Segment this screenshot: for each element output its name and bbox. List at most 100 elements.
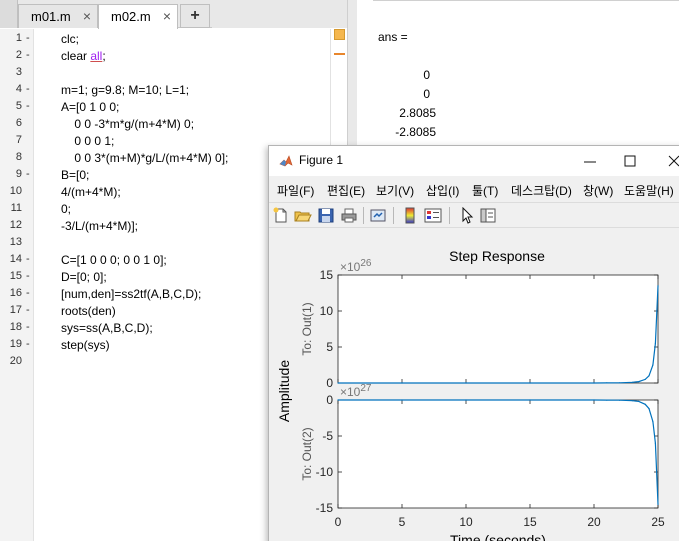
- code-line[interactable]: clear all;: [61, 49, 106, 63]
- data-point: [631, 381, 633, 383]
- code-line[interactable]: roots(den): [61, 304, 116, 318]
- breakpoint-marker[interactable]: -: [26, 100, 30, 112]
- code-line[interactable]: 0 0 0 1;: [61, 134, 114, 148]
- code-line[interactable]: B=[0;: [61, 168, 89, 182]
- data-point: [401, 399, 403, 401]
- menu-edit[interactable]: 편집(E): [327, 182, 365, 199]
- ans-value: 2.8085: [399, 106, 436, 120]
- breakpoint-marker[interactable]: -: [26, 270, 30, 282]
- tab-label: m02.m: [111, 9, 151, 24]
- link-icon[interactable]: [369, 207, 387, 224]
- breakpoint-marker[interactable]: -: [26, 287, 30, 299]
- code-line[interactable]: sys=ss(A,B,C,D);: [61, 321, 153, 335]
- exponent-label: ×1026: [340, 258, 372, 274]
- data-point: [638, 400, 640, 402]
- close-icon[interactable]: [665, 152, 679, 170]
- save-icon[interactable]: [317, 207, 335, 224]
- tab-m01[interactable]: m01.m ×: [18, 4, 98, 28]
- close-icon[interactable]: ×: [163, 8, 171, 24]
- warning-marker[interactable]: [334, 53, 345, 55]
- menu-view[interactable]: 보기(V): [376, 182, 414, 199]
- minimize-icon[interactable]: [581, 152, 599, 170]
- menu-file[interactable]: 파일(F): [277, 182, 314, 199]
- ans-value: -2.8085: [395, 125, 436, 139]
- code-line[interactable]: C=[1 0 0 0; 0 0 1 0];: [61, 253, 167, 267]
- matlab-logo-icon: [279, 155, 293, 167]
- code-text: roots(den): [61, 304, 116, 318]
- property-inspector-icon[interactable]: [479, 207, 497, 224]
- x-tick-label: 5: [399, 515, 406, 529]
- colorbar-icon[interactable]: [401, 207, 419, 224]
- code-line[interactable]: clc;: [61, 32, 79, 46]
- ans-value: 0: [423, 68, 430, 82]
- line-number: 8: [15, 151, 22, 163]
- line-number: 2: [15, 49, 22, 61]
- code-line[interactable]: m=1; g=9.8; M=10; L=1;: [61, 83, 189, 97]
- figure-canvas[interactable]: Step Response 15 10 5 0 ×1026 To: Out(1) 0 -5 -10…: [269, 229, 679, 541]
- open-file-icon[interactable]: [294, 207, 312, 224]
- warning-indicator-icon[interactable]: [334, 29, 345, 40]
- breakpoint-marker[interactable]: -: [26, 304, 30, 316]
- x-tick-label: 25: [651, 515, 665, 529]
- x-tick-label: 0: [335, 515, 342, 529]
- exponent-power: 26: [360, 258, 372, 269]
- line-number: 20: [9, 355, 22, 367]
- y-tick-label: 0: [326, 393, 333, 407]
- line-number: 15: [9, 270, 22, 282]
- code-text: 0 0 3*(m+M)*g/L/(m+4*M) 0];: [61, 151, 229, 165]
- menu-help[interactable]: 도움말(H): [624, 182, 674, 199]
- code-line[interactable]: 4/(m+4*M);: [61, 185, 121, 199]
- code-line[interactable]: 0;: [61, 202, 71, 216]
- breakpoint-marker[interactable]: -: [26, 168, 30, 180]
- line-number: 12: [9, 219, 22, 231]
- code-line[interactable]: [num,den]=ss2tf(A,B,C,D);: [61, 287, 201, 301]
- legend-icon[interactable]: [424, 207, 442, 224]
- code-line[interactable]: D=[0; 0];: [61, 270, 107, 284]
- code-line[interactable]: A=[0 1 0 0;: [61, 100, 119, 114]
- breakpoint-marker[interactable]: -: [26, 253, 30, 265]
- step-response-plot[interactable]: Step Response151050×1026To: Out(1)0-5-10…: [269, 229, 679, 541]
- code-text: B=[0;: [61, 168, 90, 182]
- code-line[interactable]: -3/L/(m+4*M)];: [61, 219, 138, 233]
- menu-tools[interactable]: 툴(T): [472, 182, 498, 199]
- breakpoint-marker[interactable]: -: [26, 32, 30, 44]
- data-point: [654, 442, 656, 444]
- pointer-icon[interactable]: [458, 207, 476, 224]
- code-text: C=[1 0 0 0; 0 0 1 0];: [61, 253, 167, 267]
- y-tick-label: -10: [316, 465, 334, 479]
- y-tick-label: -5: [322, 429, 333, 443]
- breakpoint-marker[interactable]: -: [26, 83, 30, 95]
- data-point: [652, 421, 654, 423]
- menu-insert[interactable]: 삽입(I): [426, 182, 459, 199]
- axes-box-2: [337, 399, 659, 509]
- menu-desktop[interactable]: 데스크탑(D): [511, 182, 572, 199]
- add-tab-button[interactable]: +: [180, 4, 210, 28]
- code-line[interactable]: 0 0 -3*m*g/(m+4*M) 0;: [61, 117, 194, 131]
- close-icon[interactable]: ×: [83, 8, 91, 24]
- code-text: 4/(m+4*M);: [61, 185, 121, 199]
- exponent-base: ×10: [340, 385, 361, 399]
- breakpoint-marker[interactable]: -: [26, 49, 30, 61]
- new-figure-icon[interactable]: [272, 207, 290, 224]
- tab-bar-lead: [0, 0, 18, 28]
- print-icon[interactable]: [340, 207, 358, 224]
- code-text: 0 0 0 1;: [61, 134, 115, 148]
- code-keyword: all: [90, 49, 103, 63]
- line-number: 1: [15, 32, 22, 44]
- maximize-icon[interactable]: [621, 152, 639, 170]
- breakpoint-marker[interactable]: -: [26, 338, 30, 350]
- line-number: 3: [15, 66, 22, 78]
- data-point: [529, 399, 531, 401]
- breakpoint-marker[interactable]: -: [26, 321, 30, 333]
- line-number: 18: [9, 321, 22, 333]
- output-label: To: Out(1): [300, 302, 314, 355]
- figure-toolbar: [269, 202, 679, 228]
- tab-m02[interactable]: m02.m ×: [98, 4, 178, 29]
- data-point: [657, 503, 659, 505]
- y-tick-label: 10: [320, 304, 334, 318]
- menu-window[interactable]: 창(W): [583, 182, 613, 199]
- code-line[interactable]: step(sys): [61, 338, 110, 352]
- code-line[interactable]: 0 0 3*(m+M)*g/L/(m+4*M) 0];: [61, 151, 228, 165]
- toolbar-separator: [363, 207, 364, 224]
- axes-box-1: [337, 274, 659, 384]
